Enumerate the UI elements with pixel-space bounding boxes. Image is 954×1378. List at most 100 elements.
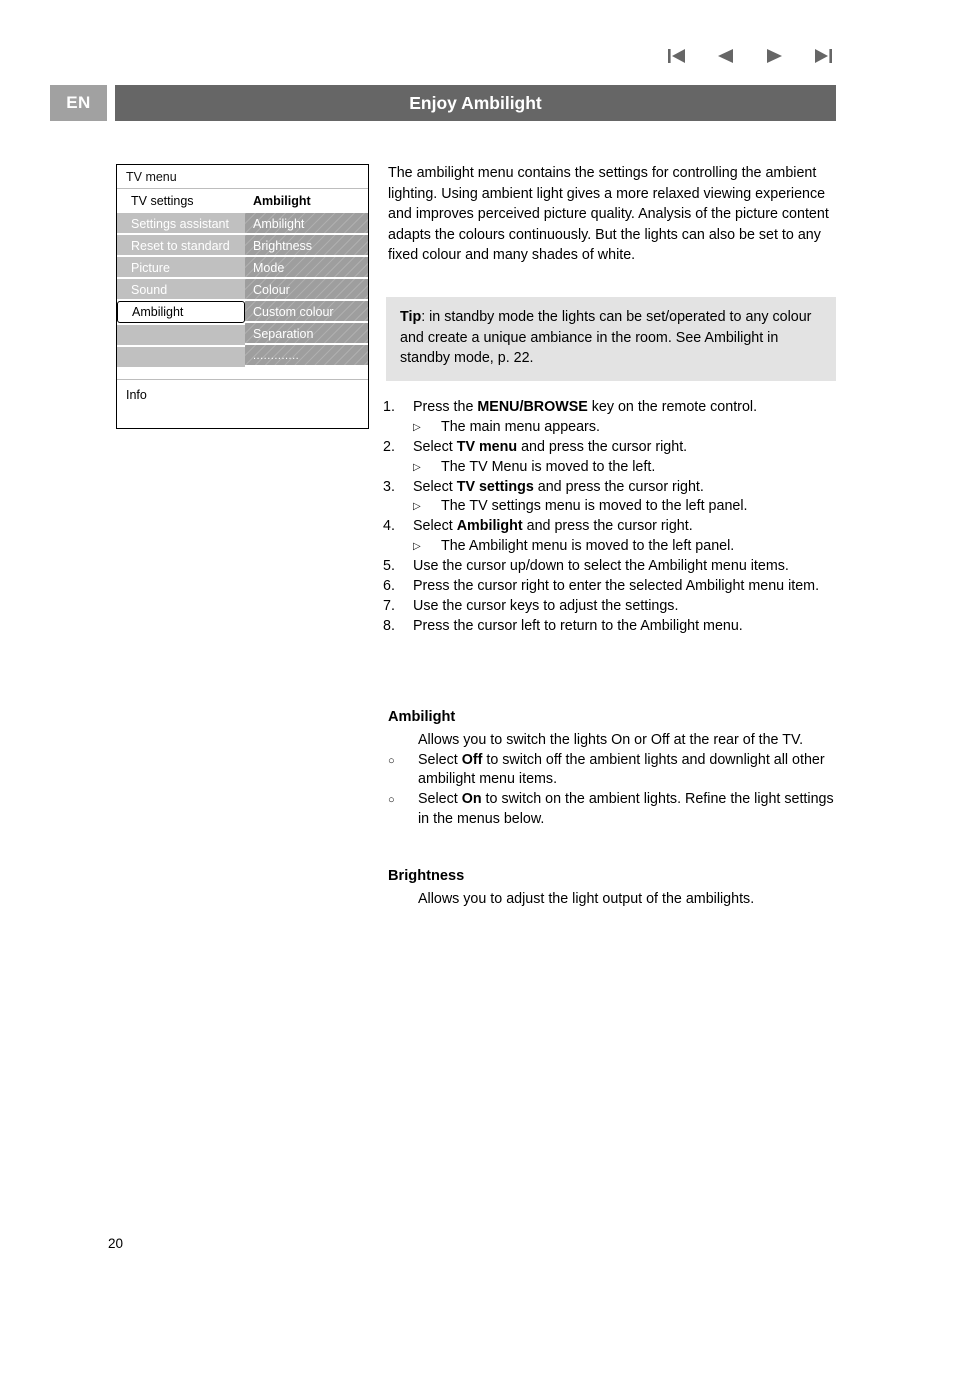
tv-menu-info: Info [117, 379, 368, 427]
triangle-bullet-icon: ▷ [413, 541, 421, 553]
triangle-bullet-icon: ▷ [413, 501, 421, 513]
step-text: Select TV menu and press the cursor righ… [413, 438, 843, 458]
substep-text: The main menu appears. [441, 418, 600, 435]
triangle-bullet-icon: ▷ [413, 461, 421, 473]
step-item: 7. Use the cursor keys to adjust the set… [383, 597, 843, 617]
step-text-bold: TV menu [456, 438, 518, 455]
submenu-item-mode[interactable]: Mode [245, 257, 368, 279]
section-paragraph: Allows you to switch the lights On or Of… [418, 731, 804, 748]
substep-text: The TV Menu is moved to the left. [441, 458, 656, 475]
step-text: Use the cursor up/down to select the Amb… [413, 558, 789, 575]
step-text: Use the cursor keys to adjust the settin… [413, 597, 679, 614]
tv-menu-right-column: Ambilight Brightness Mode Colour Custom … [245, 213, 368, 379]
step-number: 7. [383, 597, 395, 614]
menu-item-empty-2 [117, 347, 245, 369]
page-header: EN Enjoy Ambilight [50, 85, 836, 121]
step-text: Press the MENU/BROWSE key on the remote … [413, 398, 843, 418]
ambilight-panel-label: Ambilight [245, 189, 368, 211]
bullet-text-pre: Select [418, 751, 462, 768]
tv-menu-columns: Settings assistant Reset to standard Pic… [117, 213, 368, 379]
submenu-item-more: ............. [245, 345, 368, 367]
substep-item: ▷ The main menu appears. [383, 418, 843, 438]
substep-text: The Ambilight menu is moved to the left … [441, 538, 735, 555]
bullet-text-pre: Select [418, 791, 462, 808]
step-number: 8. [383, 617, 395, 634]
step-text-post: and press the cursor right. [522, 518, 693, 535]
menu-item-empty-1 [117, 325, 245, 347]
step-item: 4. Select Ambilight and press the cursor… [383, 517, 843, 537]
section-paragraph: Allows you to adjust the light output of… [418, 890, 755, 907]
tip-label: Tip [400, 309, 422, 325]
substep-item: ▷ The TV Menu is moved to the left. [383, 458, 843, 478]
language-badge: EN [50, 85, 107, 121]
submenu-item-separation[interactable]: Separation [245, 323, 368, 345]
step-number: 3. [383, 478, 395, 495]
skip-first-icon[interactable] [665, 45, 691, 67]
section-ambilight: Ambilight Allows you to switch the light… [388, 708, 848, 830]
submenu-item-colour[interactable]: Colour [245, 279, 368, 301]
bullet-text-bold: On [461, 791, 482, 808]
step-number: 6. [383, 577, 395, 594]
page-navigation [665, 42, 835, 70]
step-item: 6. Press the cursor right to enter the s… [383, 577, 843, 597]
step-item: 2. Select TV menu and press the cursor r… [383, 438, 843, 458]
step-number: 5. [383, 558, 395, 575]
tv-menu-subheader: TV settings Ambilight [117, 189, 368, 213]
tip-box: Tip: in standby mode the lights can be s… [386, 297, 836, 381]
step-item: 1. Press the MENU/BROWSE key on the remo… [383, 398, 843, 418]
step-text-post: and press the cursor right. [517, 438, 688, 455]
menu-item-ambilight-selected[interactable]: Ambilight [117, 301, 245, 323]
step-text-pre: Select [413, 518, 457, 535]
bullet-text: Select On to switch on the ambient light… [418, 790, 848, 830]
skip-last-icon[interactable] [809, 45, 835, 67]
submenu-item-ambilight[interactable]: Ambilight [245, 213, 368, 235]
menu-item-reset-to-standard[interactable]: Reset to standard [117, 235, 245, 257]
menu-item-settings-assistant[interactable]: Settings assistant [117, 213, 245, 235]
step-text-pre: Select [413, 478, 457, 495]
tv-settings-label: TV settings [117, 189, 245, 211]
step-text: Select TV settings and press the cursor … [413, 478, 843, 498]
tv-menu-left-column: Settings assistant Reset to standard Pic… [117, 213, 245, 379]
circle-bullet-icon: ○ [388, 794, 395, 807]
page-number: 20 [108, 1236, 124, 1251]
menu-item-picture[interactable]: Picture [117, 257, 245, 279]
section-heading: Ambilight [388, 709, 456, 725]
substep-item: ▷ The TV settings menu is moved to the l… [383, 497, 843, 517]
bullet-text-bold: Off [461, 751, 483, 768]
step-text: Press the cursor right to enter the sele… [413, 577, 820, 594]
menu-item-sound[interactable]: Sound [117, 279, 245, 301]
step-number: 4. [383, 518, 395, 535]
step-number: 2. [383, 438, 395, 455]
step-item: 3. Select TV settings and press the curs… [383, 478, 843, 498]
bullet-text: Select Off to switch off the ambient lig… [418, 751, 848, 791]
step-item: 8. Press the cursor left to return to th… [383, 617, 843, 637]
intro-paragraph: The ambilight menu contains the settings… [388, 165, 829, 263]
tv-menu-title: TV menu [117, 165, 368, 189]
step-text-bold: TV settings [456, 478, 534, 495]
submenu-item-custom-colour[interactable]: Custom colour [245, 301, 368, 323]
tip-text: : in standby mode the lights can be set/… [400, 309, 812, 366]
substep-text: The TV settings menu is moved to the lef… [441, 498, 748, 515]
step-text: Press the cursor left to return to the A… [413, 617, 743, 634]
circle-bullet-icon: ○ [388, 754, 395, 767]
section-heading: Brightness [388, 868, 465, 884]
step-number: 1. [383, 399, 395, 415]
step-text-post: and press the cursor right. [533, 478, 704, 495]
submenu-item-brightness[interactable]: Brightness [245, 235, 368, 257]
next-icon[interactable] [761, 45, 787, 67]
step-item: 5. Use the cursor up/down to select the … [383, 557, 843, 577]
steps-list: 1. Press the MENU/BROWSE key on the remo… [383, 398, 843, 636]
triangle-bullet-icon: ▷ [413, 421, 421, 433]
step-text-bold: Ambilight [456, 518, 523, 535]
step-text-pre: Press the [413, 399, 478, 415]
step-text: Select Ambilight and press the cursor ri… [413, 517, 843, 537]
page-title: Enjoy Ambilight [115, 85, 836, 121]
section-brightness: Brightness Allows you to adjust the ligh… [388, 867, 848, 910]
previous-icon[interactable] [713, 45, 739, 67]
step-text-pre: Select [413, 438, 457, 455]
bullet-item: ○ Select Off to switch off the ambient l… [388, 751, 848, 791]
step-text-post: key on the remote control. [587, 399, 758, 415]
tv-menu-illustration: TV menu TV settings Ambilight Settings a… [116, 164, 369, 429]
bullet-item: ○ Select On to switch on the ambient lig… [388, 790, 848, 830]
substep-item: ▷ The Ambilight menu is moved to the lef… [383, 537, 843, 557]
